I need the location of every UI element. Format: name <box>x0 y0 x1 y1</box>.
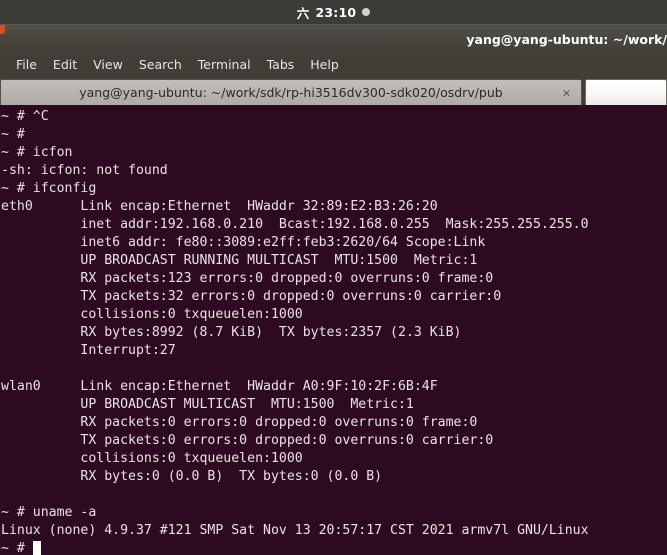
clock-time: 23:10 <box>315 4 357 20</box>
terminal-line: inet addr:192.168.0.210 Bcast:192.168.0.… <box>1 217 589 232</box>
system-top-panel: 六 23:10 <box>0 0 667 24</box>
circle-indicator-icon <box>362 8 371 16</box>
prompt-text: ~ # <box>1 541 33 555</box>
terminal-line: UP BROADCAST MULTICAST MTU:1500 Metric:1 <box>1 397 414 412</box>
tab-secondary[interactable] <box>585 79 667 105</box>
terminal-line: RX bytes:8992 (8.7 KiB) TX bytes:2357 (2… <box>1 325 462 340</box>
terminal-line: RX packets:123 errors:0 dropped:0 overru… <box>1 271 494 286</box>
terminal-line: RX bytes:0 (0.0 B) TX bytes:0 (0.0 B) <box>1 469 383 484</box>
terminal-line: TX packets:32 errors:0 dropped:0 overrun… <box>1 289 502 304</box>
menubar: File Edit View Search Terminal Tabs Help <box>0 53 667 77</box>
tab-label: yang@yang-ubuntu: ~/work/sdk/rp-hi3516dv… <box>79 85 503 100</box>
terminal-line: wlan0 Link encap:Ethernet HWaddr A0:9F:1… <box>1 379 438 394</box>
window-accent-marker <box>0 25 5 34</box>
tab-bar: yang@yang-ubuntu: ~/work/sdk/rp-hi3516dv… <box>0 77 667 105</box>
menu-item-file[interactable]: File <box>8 56 45 74</box>
close-icon[interactable]: × <box>560 86 573 99</box>
terminal-line: Linux (none) 4.9.37 #121 SMP Sat Nov 13 … <box>1 523 589 538</box>
terminal-line: TX packets:0 errors:0 dropped:0 overruns… <box>1 433 494 448</box>
menu-item-tabs[interactable]: Tabs <box>259 56 303 74</box>
terminal-scrollback: ~ # ^C ~ # ~ # icfon -sh: icfon: not found ~… <box>0 108 667 540</box>
terminal-line: UP BROADCAST RUNNING MULTICAST MTU:1500 … <box>1 253 478 268</box>
window-titlebar[interactable]: yang@yang-ubuntu: ~/work/ <box>0 24 667 53</box>
menu-item-edit[interactable]: Edit <box>45 56 85 74</box>
terminal-line: eth0 Link encap:Ethernet HWaddr 32:89:E2… <box>1 199 438 214</box>
terminal-line: RX packets:0 errors:0 dropped:0 overruns… <box>1 415 478 430</box>
terminal-line: ~ # ifconfig <box>1 181 97 196</box>
menu-item-help[interactable]: Help <box>302 56 347 74</box>
terminal-line: collisions:0 txqueuelen:1000 <box>1 451 303 466</box>
terminal-line: ~ # ^C <box>1 109 49 124</box>
menu-item-search[interactable]: Search <box>131 56 190 74</box>
terminal-output-area[interactable]: ~ # ^C ~ # ~ # icfon -sh: icfon: not found ~… <box>0 105 667 555</box>
menu-item-view[interactable]: View <box>85 56 131 74</box>
terminal-line: -sh: icfon: not found <box>1 163 168 178</box>
text-cursor <box>32 541 41 555</box>
terminal-line: ~ # uname -a <box>1 505 97 520</box>
terminal-line: ~ # icfon <box>1 145 73 160</box>
terminal-line: Interrupt:27 <box>1 343 176 358</box>
clock-indicator[interactable]: 六 23:10 <box>297 3 371 22</box>
terminal-prompt-line: ~ # <box>0 540 667 555</box>
terminal-window-screenshot: 六 23:10 yang@yang-ubuntu: ~/work/ File E… <box>0 0 667 555</box>
clock-weekday: 六 <box>296 5 310 21</box>
terminal-line: ~ # <box>1 127 25 142</box>
terminal-line: inet6 addr: fe80::3089:e2ff:feb3:2620/64… <box>1 235 486 250</box>
menu-item-terminal[interactable]: Terminal <box>190 56 259 74</box>
terminal-line: collisions:0 txqueuelen:1000 <box>1 307 303 322</box>
tab-active-terminal[interactable]: yang@yang-ubuntu: ~/work/sdk/rp-hi3516dv… <box>0 79 582 105</box>
window-title: yang@yang-ubuntu: ~/work/ <box>466 32 667 47</box>
